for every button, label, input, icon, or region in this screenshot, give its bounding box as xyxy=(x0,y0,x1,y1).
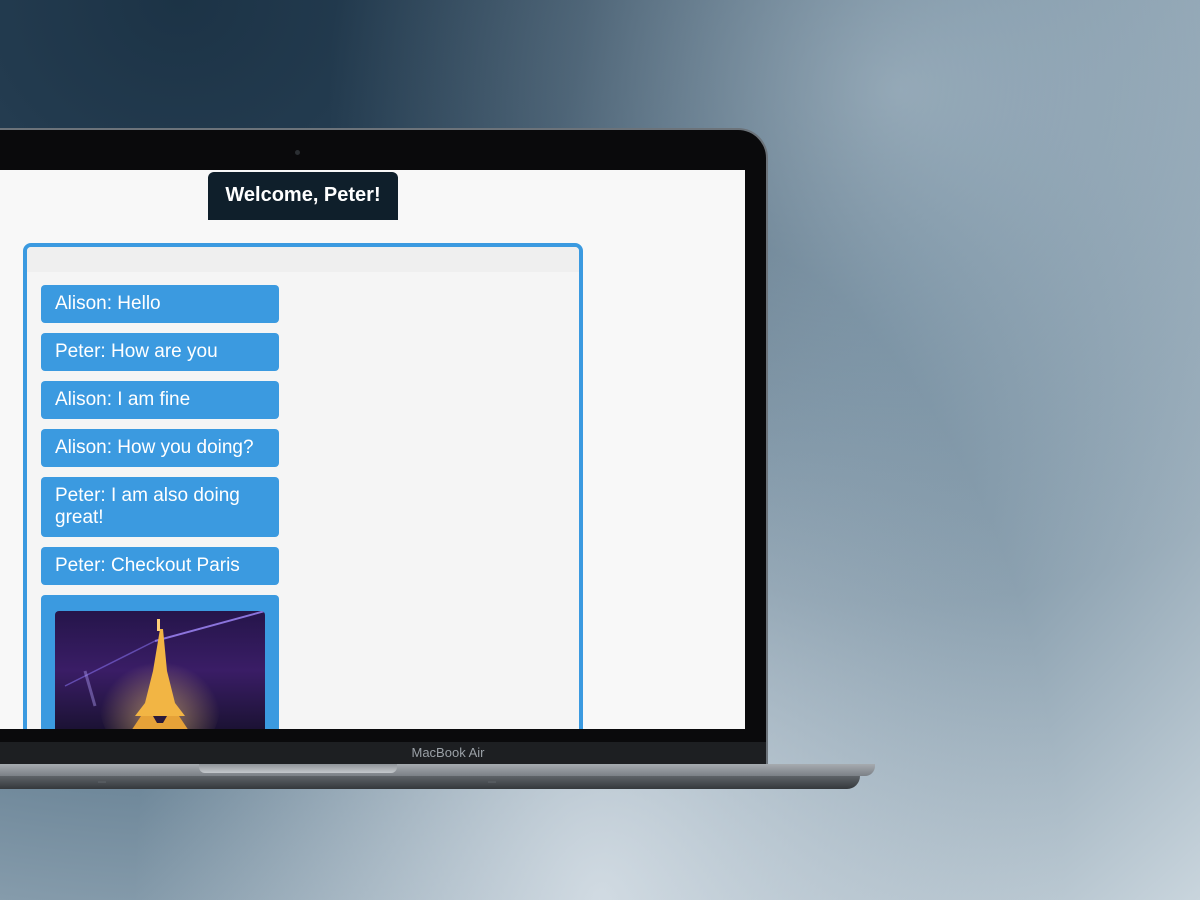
webcam xyxy=(295,150,300,155)
welcome-banner: Welcome, Peter! xyxy=(208,172,398,220)
laptop-base-bottom xyxy=(0,776,860,789)
eiffel-tower-photo[interactable] xyxy=(55,611,265,729)
chat-message[interactable]: Alison: Hello xyxy=(41,285,279,323)
chat-message[interactable]: Peter: I am also doing great! xyxy=(41,477,279,537)
chat-message[interactable]: Peter: Checkout Paris xyxy=(41,547,279,585)
laptop-foot xyxy=(98,781,106,783)
eiffel-tower-illustration xyxy=(64,611,265,729)
chat-message[interactable]: Alison: I am fine xyxy=(41,381,279,419)
chat-panel: Alison: Hello Peter: How are you Alison:… xyxy=(23,243,583,729)
laptop-base xyxy=(0,764,875,776)
device-label: MacBook Air xyxy=(0,742,766,764)
laptop-screen: Welcome, Peter! Alison: Hello Peter: How… xyxy=(0,170,745,729)
laptop-foot xyxy=(488,781,496,783)
chat-image-message[interactable] xyxy=(41,595,279,729)
chat-message[interactable]: Alison: How you doing? xyxy=(41,429,279,467)
laptop-notch xyxy=(199,764,397,773)
chat-header xyxy=(27,247,579,272)
chat-message[interactable]: Peter: How are you xyxy=(41,333,279,371)
